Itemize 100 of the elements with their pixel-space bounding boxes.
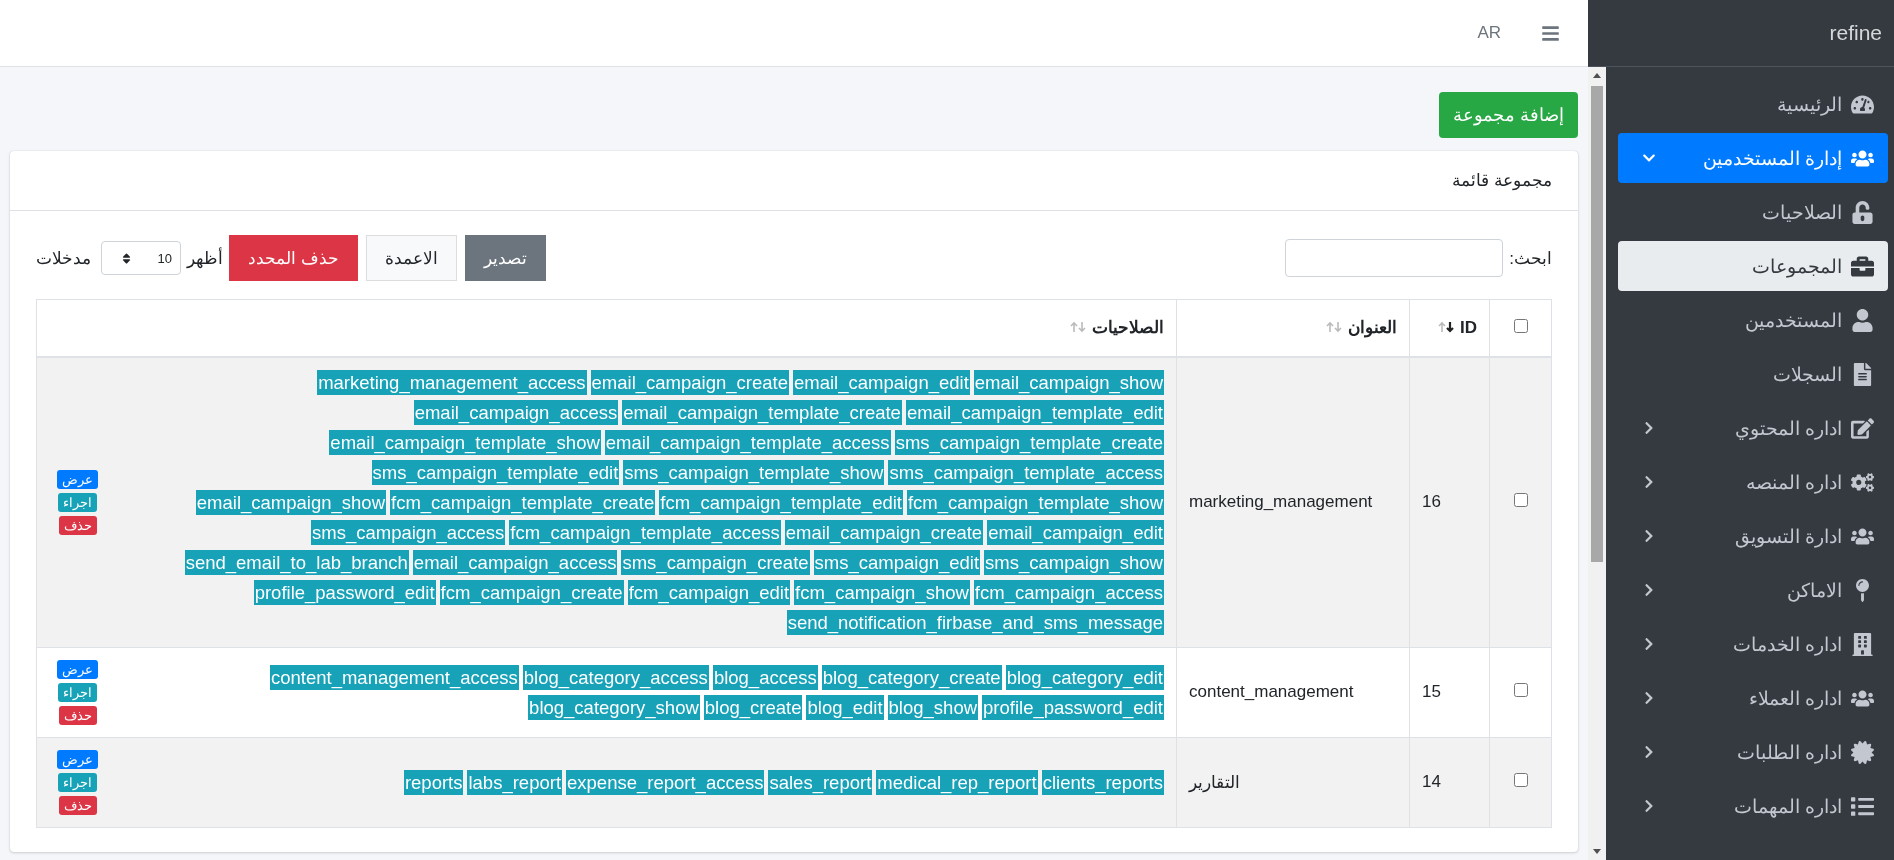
menu-item[interactable]: اداره الخدمات (1618, 619, 1888, 669)
menu-item[interactable]: اداره العملاء (1618, 673, 1888, 723)
permission-tag: email_campaign_show (195, 489, 387, 515)
permission-tag: email_campaign_show (973, 369, 1164, 395)
card-title: مجموعة قائمة (1452, 170, 1552, 191)
permission-tag: sms_campaign_show (984, 549, 1164, 575)
language-link[interactable]: AR (1477, 23, 1501, 43)
permission-tag: fcm_campaign_access (973, 579, 1164, 605)
menu-item[interactable]: ادارة التسويق (1618, 511, 1888, 561)
permission-tag: blog_category_show (528, 694, 700, 720)
permission-tag: sms_campaign_template_edit (371, 459, 620, 485)
menu-item[interactable]: اداره المنصه (1618, 457, 1888, 507)
permission-tag: email_campaign_edit (792, 369, 970, 395)
permission-tag: blog_access (712, 664, 818, 690)
row-action-button[interactable]: حذف (58, 515, 97, 535)
permission-tag: content_management_access (269, 664, 519, 690)
permission-tag: blog_category_edit (1005, 664, 1164, 690)
submenu-item[interactable]: المستخدمين (1618, 295, 1888, 345)
list-icon (1848, 794, 1876, 818)
permission-tag: email_campaign_access (413, 399, 619, 425)
search-label: ابحث: (1509, 247, 1552, 269)
permission-tag: fcm_campaign_template_create (390, 489, 656, 515)
badge-icon (1848, 740, 1876, 764)
toolbar-button[interactable]: الاعمدة (365, 235, 457, 281)
permission-tag: profile_password_edit (253, 579, 436, 605)
select-all-checkbox[interactable] (1513, 318, 1528, 333)
permission-tag: sms_campaign_access (311, 519, 506, 545)
permission-tag: sales_report (768, 769, 873, 795)
sort-icon (120, 251, 133, 265)
permission-tag: blog_edit (806, 694, 884, 720)
permission-tag: fcm_campaign_template_edit (659, 489, 903, 515)
permission-tag: sms_campaign_create (621, 549, 810, 575)
permission-tag: email_campaign_access (412, 549, 618, 575)
permission-tag: email_campaign_template_access (604, 429, 891, 455)
toolbar-button[interactable]: حذف المحدد (229, 235, 358, 281)
permission-tag: email_campaign_edit (987, 519, 1164, 545)
permission-tag: fcm_campaign_create (439, 579, 624, 605)
permission-tag: email_campaign_template_show (329, 429, 601, 455)
permission-tag: email_campaign_template_edit (905, 399, 1164, 425)
permission-tag: sms_campaign_template_show (623, 459, 885, 485)
edit-icon (1848, 416, 1876, 440)
title-text: marketing_management (1189, 492, 1373, 511)
row-action-button[interactable]: عرض (57, 749, 98, 769)
row-checkbox[interactable] (1513, 493, 1528, 507)
permission-tag: labs_report (467, 769, 563, 795)
permission-tag: fcm_campaign_template_show (906, 489, 1164, 515)
id-text: 16 (1422, 492, 1441, 511)
toolbar-button[interactable]: تصدير (464, 235, 546, 281)
permission-tag: clients_reports (1041, 769, 1164, 795)
permission-tag: sms_campaign_edit (813, 549, 981, 575)
gears-icon (1848, 470, 1876, 494)
title-text: content_management (1189, 682, 1354, 701)
row-action-button[interactable]: عرض (57, 469, 98, 489)
row-checkbox[interactable] (1513, 773, 1528, 787)
permission-tag: fcm_campaign_show (794, 579, 970, 605)
brand-text: refine (1829, 21, 1882, 45)
page-size-select[interactable]: 10 (101, 241, 181, 275)
show-label: أظهر (187, 247, 223, 269)
permission-tag: medical_rep_report (876, 769, 1038, 795)
column-header[interactable]: ID (1460, 317, 1477, 337)
permission-tag: fcm_campaign_edit (627, 579, 791, 605)
menu-item[interactable]: الرئيسية (1618, 79, 1888, 129)
briefcase-icon (1848, 254, 1876, 278)
id-text: 15 (1422, 682, 1441, 701)
permission-tag: fcm_campaign_template_access (509, 519, 781, 545)
menu-item[interactable]: إدارة المستخدمين (1618, 133, 1888, 183)
permission-tag: blog_category_access (522, 664, 709, 690)
menu-icon[interactable] (1541, 23, 1560, 43)
permission-tag: send_email_to_lab_branch (184, 549, 409, 575)
column-header[interactable]: العنوان (1348, 318, 1397, 338)
permission-tag: blog_show (887, 694, 979, 720)
column-header[interactable]: الصلاحيات (1092, 318, 1164, 338)
menu-item[interactable]: اداره الطلبات (1618, 727, 1888, 777)
permission-tag: blog_category_create (821, 664, 1002, 690)
permission-tag: reports (403, 769, 464, 795)
title-text: التقارير (1189, 772, 1240, 792)
permission-tag: profile_password_edit (982, 694, 1164, 720)
permission-tag: email_campaign_template_create (622, 399, 902, 425)
permission-tag: sms_campaign_template_access (888, 459, 1164, 485)
id-text: 14 (1422, 772, 1441, 791)
row-action-button[interactable]: عرض (57, 659, 98, 679)
permission-tag: sms_campaign_template_create (894, 429, 1164, 455)
menu-item[interactable]: اداره المحتوي (1618, 403, 1888, 453)
permission-tag: email_campaign_create (590, 369, 789, 395)
row-action-button[interactable]: حذف (58, 795, 97, 815)
row-checkbox[interactable] (1513, 683, 1528, 697)
submenu-item[interactable]: المجموعات (1618, 241, 1888, 291)
menu-item[interactable]: اداره المهمات (1618, 781, 1888, 831)
scrollbar[interactable] (1588, 67, 1606, 860)
permission-tag: email_campaign_create (784, 519, 984, 545)
row-action-button[interactable]: حذف (58, 705, 97, 725)
menu-item[interactable]: الاماكن (1618, 565, 1888, 615)
submenu-item[interactable]: الصلاحيات (1618, 187, 1888, 237)
permission-tag: expense_report_access (566, 769, 765, 795)
submenu-item[interactable]: السجلات (1618, 349, 1888, 399)
search-field[interactable] (1285, 239, 1504, 277)
entries-label: مدخلات (36, 247, 91, 269)
permission-tag: send_notification_firbase_and_sms_message (786, 609, 1164, 635)
permission-tag: blog_create (703, 694, 803, 720)
permission-tag: marketing_management_access (317, 369, 587, 395)
